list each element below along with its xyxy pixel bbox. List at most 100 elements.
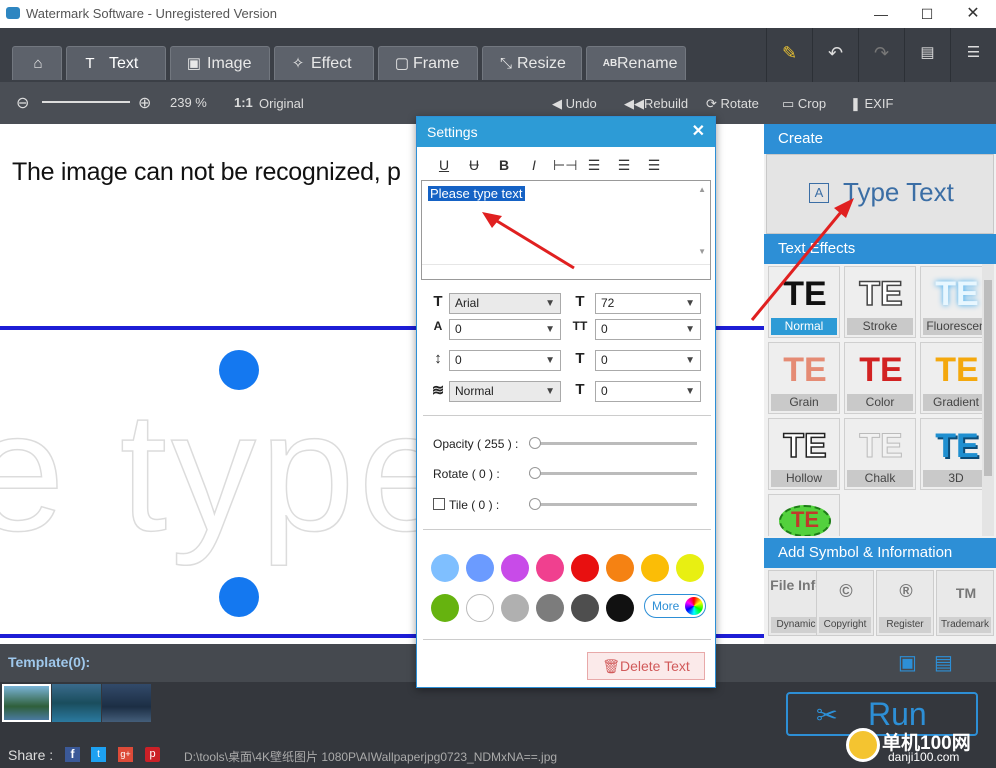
pinterest-icon[interactable]: p xyxy=(145,747,160,762)
tab-image[interactable]: ▣ Image xyxy=(170,46,270,80)
align-left-icon[interactable]: ☰ xyxy=(583,157,605,174)
horizontal-scrollbar[interactable] xyxy=(422,264,710,279)
thumbnail-3[interactable] xyxy=(102,684,151,722)
opacity-slider-knob[interactable] xyxy=(529,437,541,449)
rotate-slider-knob[interactable] xyxy=(529,467,541,479)
exif-button[interactable]: ❚ EXIF xyxy=(850,96,893,112)
tab-rename[interactable]: AB Rename xyxy=(586,46,686,80)
tile-slider[interactable] xyxy=(529,503,697,506)
color-swatch[interactable] xyxy=(466,594,494,622)
list-icon[interactable]: ☰ xyxy=(950,28,996,82)
effects-scrollbar[interactable] xyxy=(982,264,994,536)
italic-icon[interactable]: I xyxy=(523,157,545,173)
color-swatch[interactable] xyxy=(466,554,494,582)
tab-effect[interactable]: ✧ Effect xyxy=(274,46,374,80)
color-swatch[interactable] xyxy=(501,554,529,582)
line-height-select[interactable]: 0 ▼ xyxy=(449,319,561,340)
redo-icon[interactable]: ↷ xyxy=(858,28,904,82)
symbol-trademark[interactable]: TM Trademark xyxy=(936,570,994,636)
resize-handle-top[interactable] xyxy=(219,350,259,390)
effect-fluorescent[interactable]: TE Fluorescen xyxy=(920,266,982,338)
delete-text-button[interactable]: 🗑Delete Text xyxy=(587,652,705,680)
color-swatch[interactable] xyxy=(536,594,564,622)
tab-resize[interactable]: ⤡ Resize xyxy=(482,46,582,80)
effect-color[interactable]: TE Color xyxy=(844,342,916,414)
vertical-spacing-select[interactable]: 0 ▼ xyxy=(449,350,561,371)
font-size-select[interactable]: 72 ▼ xyxy=(595,293,701,314)
effect-label: Gradient xyxy=(923,394,982,411)
symbol-copyright[interactable]: © Copyright xyxy=(816,570,874,636)
align-right-icon[interactable]: ☰ xyxy=(643,157,665,174)
rebuild-button[interactable]: ◀◀Rebuild xyxy=(624,96,688,112)
zoom-out-icon[interactable]: ⊖ xyxy=(16,93,29,113)
more-colors-button[interactable]: More xyxy=(644,594,706,618)
effect-hollow[interactable]: TE Hollow xyxy=(768,418,840,490)
opacity-slider[interactable] xyxy=(529,442,697,445)
save-template-icon[interactable]: ▣ xyxy=(898,650,917,675)
underline-icon[interactable]: U xyxy=(433,157,455,173)
letter-spacing-select[interactable]: 0 ▼ xyxy=(595,319,701,340)
ratio-icon[interactable]: 1:1 xyxy=(234,95,253,110)
thumbnail-2[interactable] xyxy=(52,684,101,722)
color-swatch[interactable] xyxy=(641,554,669,582)
effect-grain[interactable]: TE Grain xyxy=(768,342,840,414)
effect-chalk[interactable]: TE Chalk xyxy=(844,418,916,490)
template-list-icon[interactable]: ▤ xyxy=(934,650,953,675)
color-swatch[interactable] xyxy=(431,594,459,622)
effect-sticker[interactable]: TE xyxy=(768,494,840,536)
effect-3d[interactable]: TE 3D xyxy=(920,418,982,490)
scroll-up-icon[interactable]: ▲ xyxy=(698,185,706,194)
crop-button[interactable]: ▭ Crop xyxy=(782,96,826,112)
color-swatch[interactable] xyxy=(571,594,599,622)
scroll-down-icon[interactable]: ▼ xyxy=(698,247,706,256)
color-swatch[interactable] xyxy=(571,554,599,582)
tile-slider-knob[interactable] xyxy=(529,498,541,510)
effect-stroke[interactable]: TE Stroke xyxy=(844,266,916,338)
symbol-register[interactable]: ® Register xyxy=(876,570,934,636)
color-swatch[interactable] xyxy=(536,554,564,582)
strikethrough-icon[interactable]: Ʉ xyxy=(463,157,485,173)
color-swatch[interactable] xyxy=(676,554,704,582)
twitter-icon[interactable]: t xyxy=(91,747,106,762)
zoom-slider[interactable] xyxy=(42,101,130,103)
font-select[interactable]: Arial ▼ xyxy=(449,293,561,314)
tab-text[interactable]: T Text xyxy=(66,46,166,80)
tile-checkbox[interactable] xyxy=(433,498,445,510)
close-icon[interactable]: ✕ xyxy=(692,117,705,147)
google-plus-icon[interactable]: g+ xyxy=(118,747,133,762)
maximize-button[interactable]: ☐ xyxy=(904,0,950,28)
color-swatch[interactable] xyxy=(606,554,634,582)
close-button[interactable]: ✕ xyxy=(950,0,996,28)
chat-icon[interactable]: ▤ xyxy=(904,28,950,82)
bulb-icon[interactable]: ✎ xyxy=(766,28,812,82)
original-button[interactable]: Original xyxy=(259,96,304,111)
undo-button[interactable]: ◀ Undo xyxy=(552,96,597,112)
color-swatch[interactable] xyxy=(431,554,459,582)
zoom-in-icon[interactable]: ⊕ xyxy=(138,93,151,113)
rotate-slider[interactable] xyxy=(529,472,697,475)
facebook-icon[interactable]: f xyxy=(65,747,80,762)
outline-icon: T xyxy=(575,381,585,398)
resize-handle-bottom[interactable] xyxy=(219,577,259,617)
rotate-button[interactable]: ⟳ Rotate xyxy=(706,96,759,112)
effect-gradient[interactable]: TE Gradient xyxy=(920,342,982,414)
tab-frame[interactable]: ▢ Frame xyxy=(378,46,478,80)
color-swatch[interactable] xyxy=(501,594,529,622)
spacing-icon[interactable]: ⊢⊣ xyxy=(553,157,577,174)
type-text-button[interactable]: A Type Text xyxy=(766,154,994,234)
layers-icon: ≋ xyxy=(431,382,445,399)
effect-normal[interactable]: TE Normal xyxy=(768,266,840,338)
blend-mode-select[interactable]: Normal ▼ xyxy=(449,381,561,402)
bold-icon[interactable]: B xyxy=(493,157,515,173)
undo-icon[interactable]: ↶ xyxy=(812,28,858,82)
thumbnail-1[interactable] xyxy=(2,684,51,722)
symbol-header: Add Symbol & Information xyxy=(764,538,996,568)
crop-icon: ▭ xyxy=(782,96,798,111)
outline-select[interactable]: 0 ▼ xyxy=(595,381,701,402)
shadow-select[interactable]: 0 ▼ xyxy=(595,350,701,371)
tab-home[interactable]: ⌂ xyxy=(12,46,62,80)
minimize-button[interactable]: — xyxy=(858,0,904,28)
align-center-icon[interactable]: ☰ xyxy=(613,157,635,174)
color-swatch[interactable] xyxy=(606,594,634,622)
text-input[interactable]: Please type text ▲ ▼ xyxy=(421,180,711,280)
